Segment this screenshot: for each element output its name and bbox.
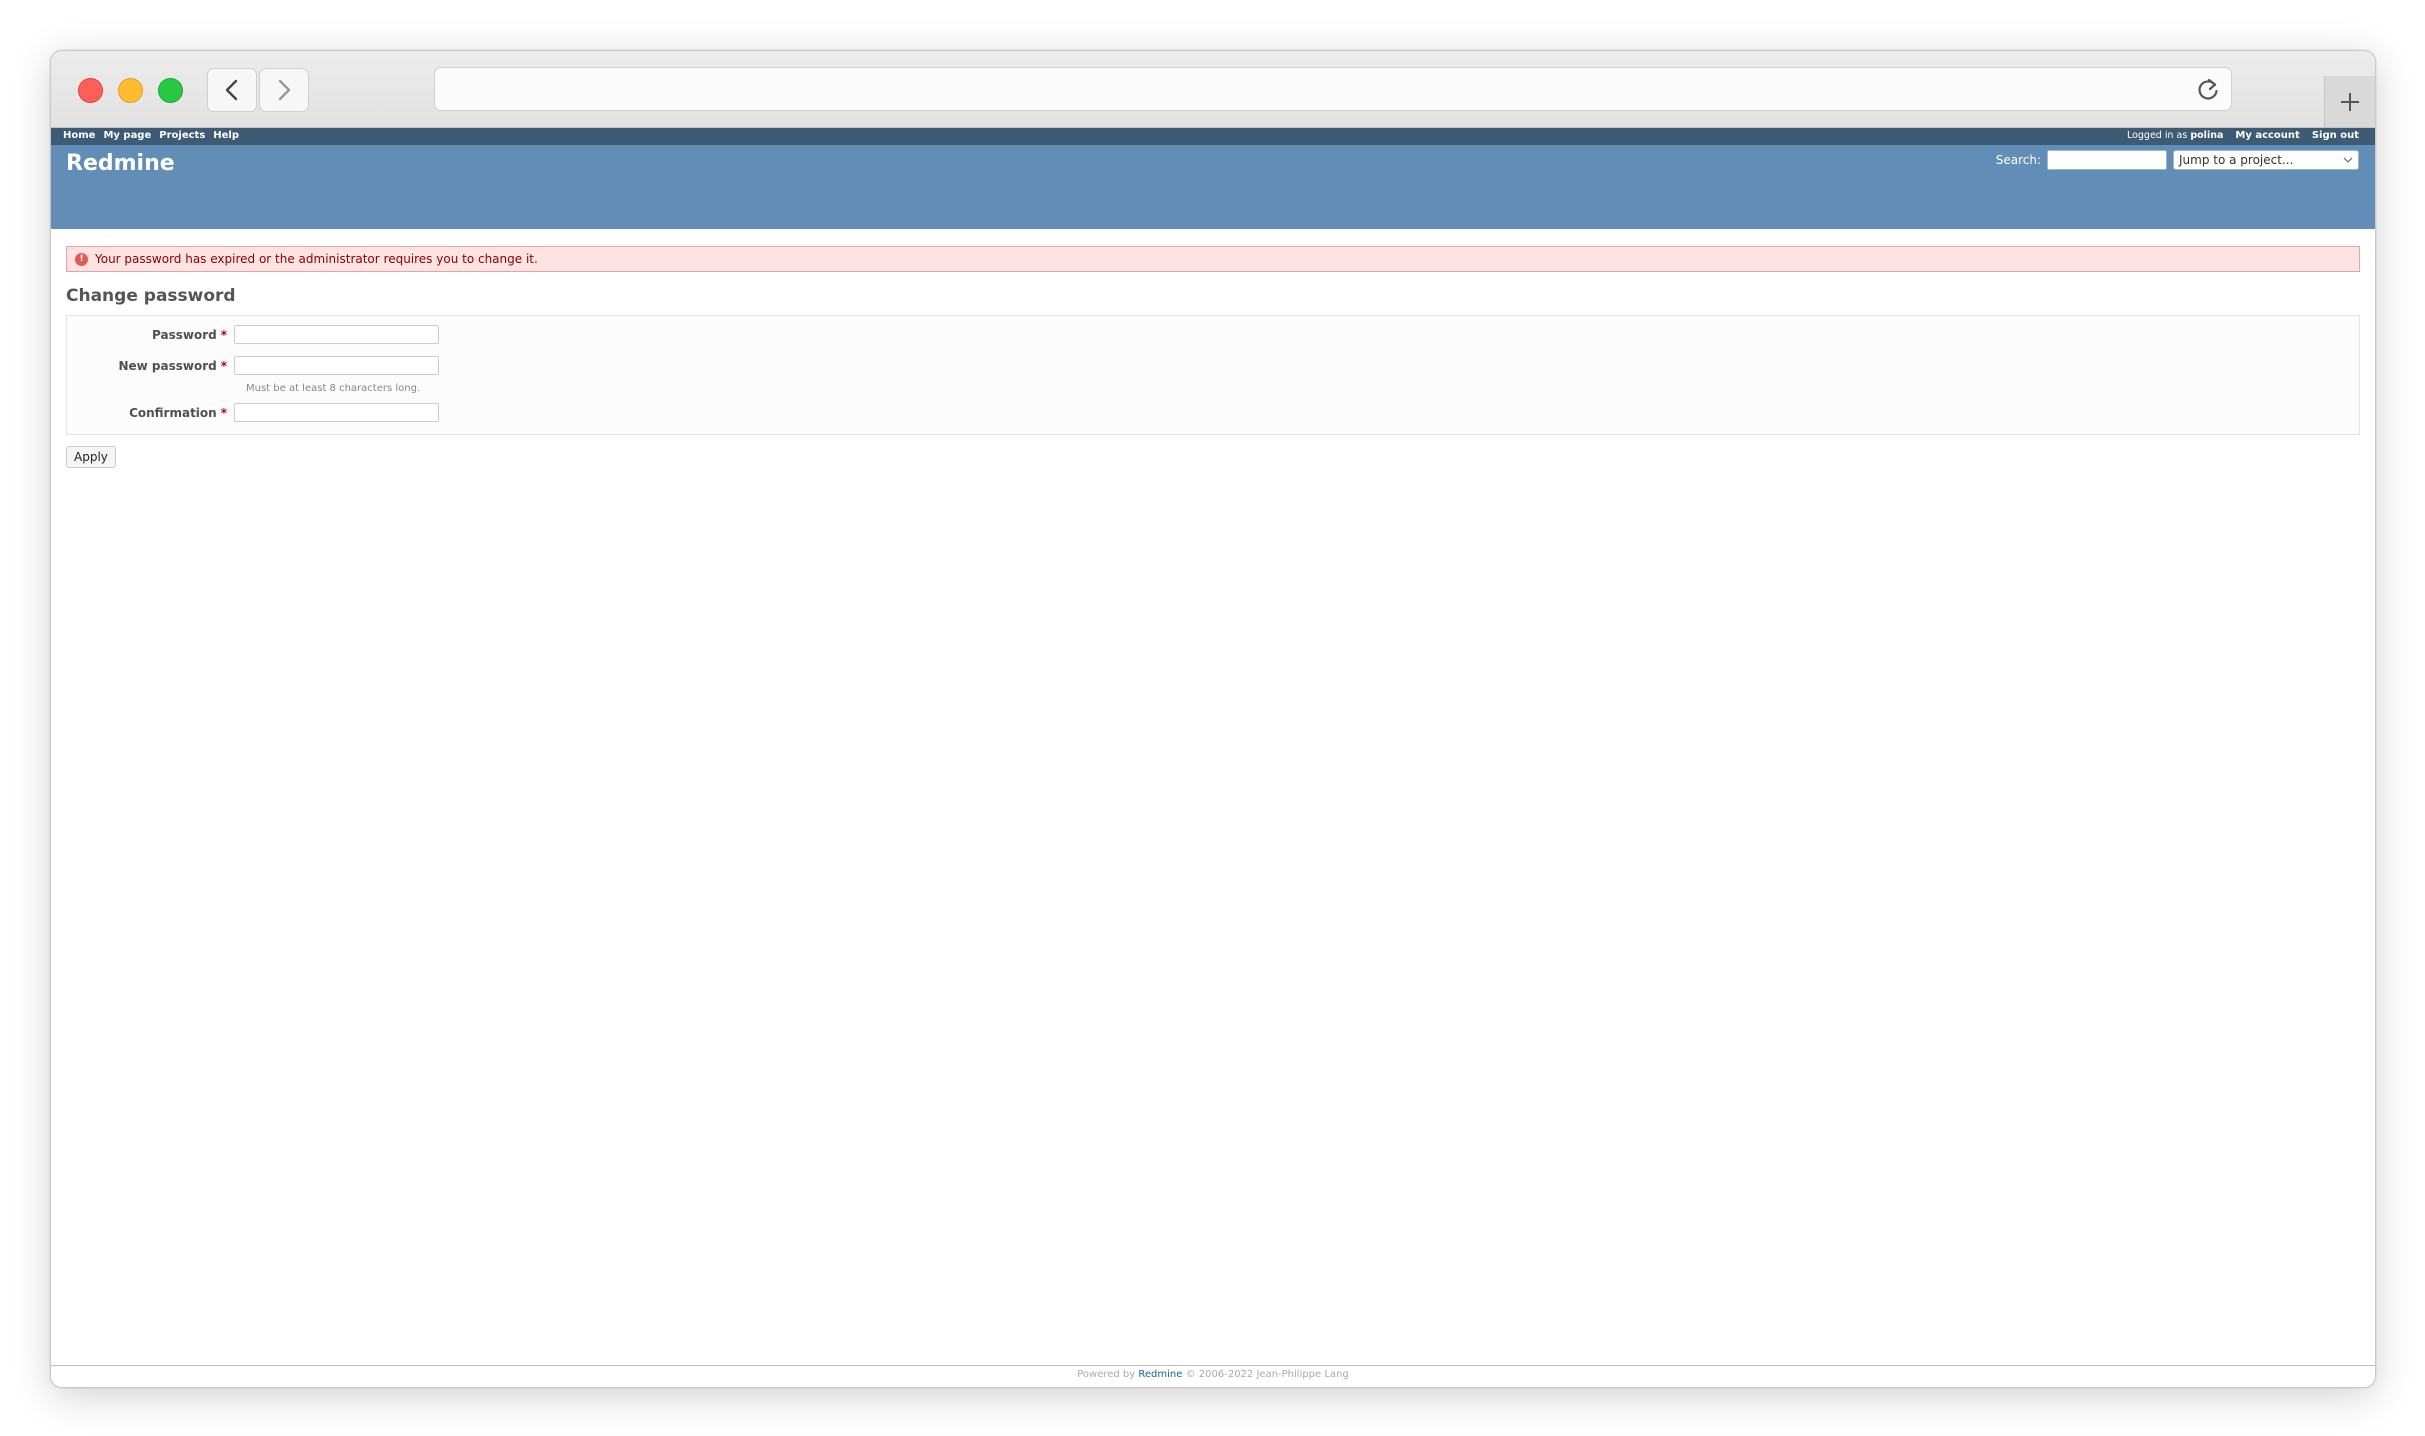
- top-menu: Home My page Projects Help Logged in as …: [51, 128, 2375, 145]
- error-flash: ! Your password has expired or the admin…: [66, 246, 2360, 272]
- address-bar[interactable]: [434, 67, 2232, 111]
- logged-in-text: Logged in as polina: [2127, 130, 2223, 141]
- password-form-box: Password * New password * Must be at least…: [66, 315, 2360, 435]
- browser-window: Home My page Projects Help Logged in as …: [50, 50, 2376, 1388]
- password-input[interactable]: [234, 325, 439, 344]
- minimize-window-button[interactable]: [118, 78, 143, 103]
- maximize-window-button[interactable]: [158, 78, 183, 103]
- required-marker: *: [220, 327, 227, 342]
- project-jump-placeholder: Jump to a project...: [2179, 153, 2294, 167]
- password-label: Password *: [67, 328, 234, 342]
- confirmation-label: Confirmation *: [67, 406, 234, 420]
- error-icon: !: [75, 252, 88, 266]
- password-hint: Must be at least 8 characters long.: [246, 383, 421, 394]
- reload-icon[interactable]: [2195, 76, 2221, 102]
- logged-in-prefix: Logged in as: [2126, 130, 2188, 141]
- chevron-down-icon: [2343, 157, 2353, 163]
- footer-copyright: © 2006-2022 Jean-Philippe Lang: [1185, 1369, 1349, 1380]
- new-password-input[interactable]: [234, 356, 439, 375]
- sign-out-link[interactable]: Sign out: [2312, 130, 2359, 141]
- project-jump-select[interactable]: Jump to a project...: [2173, 150, 2359, 170]
- plus-icon: [2341, 92, 2359, 111]
- footer-powered-by: Powered by: [1077, 1369, 1136, 1380]
- search-area: Search: Jump to a project...: [1996, 150, 2359, 170]
- error-message: Your password has expired or the adminis…: [95, 252, 538, 266]
- chevron-left-icon: [225, 79, 238, 101]
- header: Redmine Search: Jump to a project...: [51, 145, 2375, 229]
- search-input[interactable]: [2047, 150, 2167, 170]
- menu-home-link[interactable]: Home: [63, 130, 95, 141]
- menu-projects-link[interactable]: Projects: [159, 130, 205, 141]
- new-password-label: New password *: [67, 359, 234, 373]
- confirmation-row: Confirmation *: [67, 403, 439, 422]
- required-marker: *: [220, 405, 227, 420]
- page-title: Change password: [66, 286, 236, 306]
- new-password-label-text: New password: [118, 358, 217, 373]
- confirmation-label-text: Confirmation: [129, 405, 217, 420]
- new-password-row: New password *: [67, 356, 439, 375]
- apply-button[interactable]: Apply: [66, 446, 116, 468]
- menu-help-link[interactable]: Help: [213, 130, 239, 141]
- page: Home My page Projects Help Logged in as …: [51, 128, 2375, 1387]
- my-account-link[interactable]: My account: [2235, 130, 2299, 141]
- close-window-button[interactable]: [78, 78, 103, 103]
- chevron-right-icon: [278, 79, 291, 101]
- site-title[interactable]: Redmine: [66, 151, 175, 176]
- footer-redmine-link[interactable]: Redmine: [1138, 1369, 1182, 1380]
- forward-button[interactable]: [259, 68, 309, 112]
- browser-chrome: [51, 51, 2375, 128]
- footer: Powered by Redmine © 2006-2022 Jean-Phil…: [51, 1365, 2375, 1387]
- password-label-text: Password: [152, 327, 217, 342]
- required-marker: *: [220, 358, 227, 373]
- menu-my-page-link[interactable]: My page: [103, 130, 151, 141]
- search-label: Search:: [1995, 153, 2041, 167]
- password-row: Password *: [67, 325, 439, 344]
- main-content: ! Your password has expired or the admin…: [51, 229, 2375, 468]
- new-tab-button[interactable]: [2324, 76, 2375, 127]
- username-link[interactable]: polina: [2190, 130, 2223, 141]
- confirmation-input[interactable]: [234, 403, 439, 422]
- back-button[interactable]: [207, 68, 257, 112]
